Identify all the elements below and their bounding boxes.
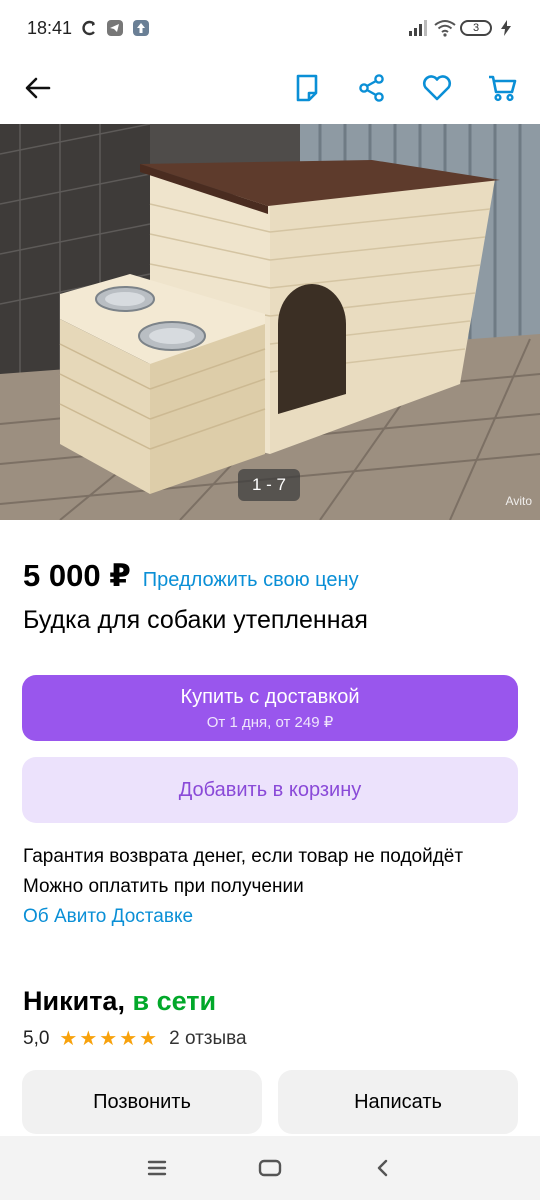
seller-name[interactable]: Никита, в сети — [23, 986, 216, 1017]
battery-icon: 3 — [460, 20, 492, 36]
signal-icon — [408, 19, 427, 37]
pay-on-receipt-text: Можно оплатить при получении — [23, 876, 304, 897]
price-row: 5 000 ₽ Предложить свою цену — [23, 558, 359, 594]
charging-icon — [500, 19, 518, 37]
product-photo[interactable] — [0, 124, 540, 520]
avito-watermark: Avito — [505, 494, 532, 508]
menu-icon[interactable] — [137, 1148, 177, 1188]
telegram-icon — [106, 19, 124, 37]
star-icon: ★ — [59, 1028, 78, 1050]
cart-icon[interactable] — [482, 68, 522, 108]
price: 5 000 ₽ — [23, 558, 131, 593]
money-back-guarantee-text: Гарантия возврата денег, если товар не п… — [23, 846, 464, 867]
status-bar: 18:41 3 — [0, 0, 540, 56]
app-bar — [0, 56, 540, 120]
status-time: 18:41 — [27, 17, 73, 38]
sync-icon — [80, 19, 98, 37]
add-to-cart-button[interactable]: Добавить в корзину — [22, 757, 518, 823]
note-icon[interactable] — [287, 68, 327, 108]
star-icon: ★ — [99, 1028, 118, 1050]
app-notification-icon — [132, 19, 150, 37]
rating-stars: ★ ★ ★ ★ ★ — [59, 1026, 159, 1051]
delivery-info: Гарантия возврата денег, если товар не п… — [23, 842, 493, 932]
call-button[interactable]: Позвонить — [22, 1070, 262, 1134]
back-arrow-icon[interactable] — [18, 68, 58, 108]
rating-value: 5,0 — [23, 1027, 50, 1049]
heart-icon[interactable] — [417, 68, 457, 108]
seller-rating[interactable]: 5,0 ★ ★ ★ ★ ★ 2 отзыва — [23, 1026, 247, 1051]
share-icon[interactable] — [352, 68, 392, 108]
reviews-count: 2 отзыва — [169, 1027, 247, 1049]
back-icon[interactable] — [363, 1148, 403, 1188]
online-status: в сети — [132, 986, 217, 1016]
offer-price-link[interactable]: Предложить свою цену — [143, 569, 359, 592]
photo-counter: 1 - 7 — [238, 469, 300, 501]
seller-name-text: Никита, — [23, 986, 125, 1016]
about-delivery-link[interactable]: Об Авито Доставке — [23, 902, 493, 932]
star-icon: ★ — [119, 1028, 138, 1050]
buy-button-label: Купить с доставкой — [180, 685, 360, 708]
buy-with-delivery-button[interactable]: Купить с доставкой От 1 дня, от 249 ₽ — [22, 675, 518, 741]
star-icon: ★ — [79, 1028, 98, 1050]
home-icon[interactable] — [250, 1148, 290, 1188]
system-nav-bar — [0, 1136, 540, 1200]
wifi-icon — [434, 19, 456, 37]
buy-button-sublabel: От 1 дня, от 249 ₽ — [206, 713, 334, 731]
star-icon: ★ — [139, 1028, 158, 1050]
listing-title: Будка для собаки утепленная — [23, 606, 368, 634]
write-message-button[interactable]: Написать — [278, 1070, 518, 1134]
